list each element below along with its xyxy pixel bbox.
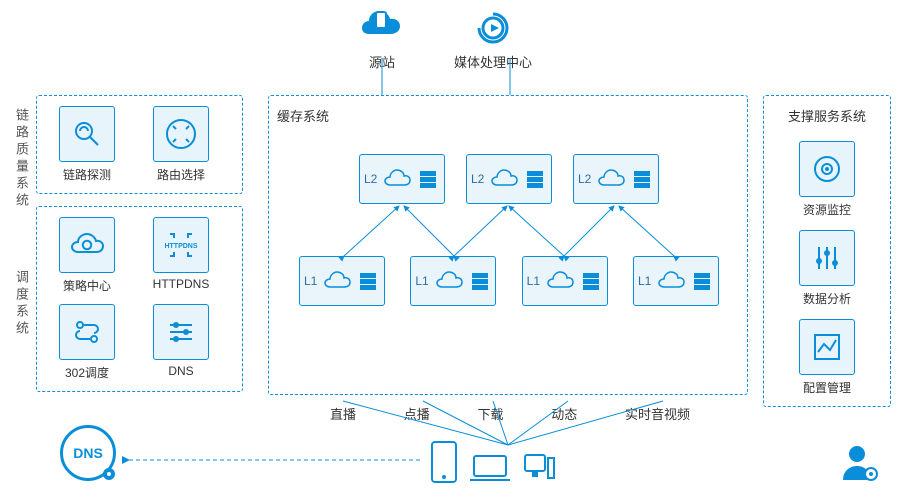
- server-icon: [580, 270, 602, 292]
- desktop-icon: [522, 452, 556, 484]
- service-rtc: 实时音视频: [625, 404, 690, 423]
- tile-label: HTTPDNS: [153, 277, 210, 291]
- user-gear-icon: [837, 440, 881, 484]
- dns-icon: [153, 304, 209, 360]
- tile-label: 路由选择: [157, 166, 205, 183]
- cache-label: L1: [527, 274, 540, 288]
- l1-row: L1 L1 L1 L1: [299, 256, 719, 306]
- server-icon: [417, 168, 439, 190]
- support-system-title: 支撑服务系统: [788, 106, 866, 125]
- dns-to-device-arrow: [120, 450, 430, 470]
- cache-l2-node: L2: [466, 154, 552, 204]
- cache-l1-node: L1: [410, 256, 496, 306]
- cache-l2-node: L2: [573, 154, 659, 204]
- server-icon: [524, 168, 546, 190]
- media-refresh-icon: [471, 8, 515, 48]
- server-cloud-icon: [360, 8, 404, 48]
- server-icon: [469, 270, 491, 292]
- tile-label: 配置管理: [803, 379, 851, 396]
- cache-system-box: 缓存系统 L2 L2 L2 L1 L1 L1 L1: [268, 95, 748, 395]
- media-center-node: 媒体处理中心: [454, 8, 532, 71]
- media-center-label: 媒体处理中心: [454, 52, 532, 71]
- tile-302-sched: 302调度: [45, 304, 129, 381]
- data-analysis-icon: [799, 230, 855, 286]
- cache-label: L1: [415, 274, 428, 288]
- tile-label: 资源监控: [803, 201, 851, 218]
- dns-text: DNS: [73, 445, 103, 461]
- tile-data-analysis: 数据分析: [785, 230, 869, 307]
- cloud-icon: [323, 271, 351, 291]
- tile-label: 数据分析: [803, 290, 851, 307]
- cache-label: L2: [471, 172, 484, 186]
- dns-node: DNS: [60, 425, 116, 481]
- link-detect-icon: [59, 106, 115, 162]
- origin-node: 源站: [360, 8, 404, 71]
- tile-label: 302调度: [65, 364, 109, 381]
- cloud-icon: [546, 271, 574, 291]
- cloud-icon: [383, 169, 411, 189]
- cache-l2-node: L2: [359, 154, 445, 204]
- gear-icon: [101, 466, 117, 482]
- sched-302-icon: [59, 304, 115, 360]
- config-manage-icon: [799, 319, 855, 375]
- tile-resource-monitor: 资源监控: [785, 141, 869, 218]
- dns-circle-icon: DNS: [60, 425, 116, 481]
- route-select-icon: [153, 106, 209, 162]
- service-vod: 点播: [404, 404, 430, 423]
- tile-label: 链路探测: [63, 166, 111, 183]
- tile-httpdns: HTTPDNS HTTPDNS: [139, 217, 223, 294]
- l2-row: L2 L2 L2: [359, 154, 659, 204]
- origin-label: 源站: [369, 52, 395, 71]
- service-live: 直播: [330, 404, 356, 423]
- cloud-icon: [435, 271, 463, 291]
- cache-system-title: 缓存系统: [277, 106, 739, 125]
- schedule-group: 策略中心 HTTPDNS HTTPDNS 302调度 DNS: [36, 206, 243, 392]
- tile-dns: DNS: [139, 304, 223, 381]
- cloud-icon: [597, 169, 625, 189]
- service-dynamic: 动态: [551, 404, 577, 423]
- link-quality-group: 链路探测 路由选择: [36, 95, 243, 194]
- cache-connections: [269, 96, 747, 394]
- httpdns-icon: HTTPDNS: [153, 217, 209, 273]
- resource-monitor-icon: [799, 141, 855, 197]
- tile-route-select: 路由选择: [139, 106, 223, 183]
- tile-config-manage: 配置管理: [785, 319, 869, 396]
- cache-label: L2: [578, 172, 591, 186]
- admin-user: [837, 440, 881, 487]
- tile-link-detect: 链路探测: [45, 106, 129, 183]
- cloud-icon: [657, 271, 685, 291]
- tile-strategy-center: 策略中心: [45, 217, 129, 294]
- laptop-icon: [468, 452, 512, 484]
- phone-icon: [430, 440, 458, 484]
- tile-label: DNS: [168, 364, 193, 378]
- server-icon: [357, 270, 379, 292]
- tile-label: 策略中心: [63, 277, 111, 294]
- server-icon: [691, 270, 713, 292]
- svg-text:HTTPDNS: HTTPDNS: [164, 243, 197, 250]
- cache-label: L1: [304, 274, 317, 288]
- cache-l1-node: L1: [633, 256, 719, 306]
- cloud-icon: [490, 169, 518, 189]
- support-system-box: 支撑服务系统 资源监控 数据分析 配置管理: [763, 95, 891, 407]
- client-devices: [430, 440, 556, 484]
- service-download: 下载: [477, 404, 503, 423]
- cache-l1-node: L1: [522, 256, 608, 306]
- cache-label: L1: [638, 274, 651, 288]
- services-row: 直播 点播 下载 动态 实时音视频: [330, 404, 690, 423]
- server-icon: [631, 168, 653, 190]
- strategy-center-icon: [59, 217, 115, 273]
- cache-label: L2: [364, 172, 377, 186]
- cache-l1-node: L1: [299, 256, 385, 306]
